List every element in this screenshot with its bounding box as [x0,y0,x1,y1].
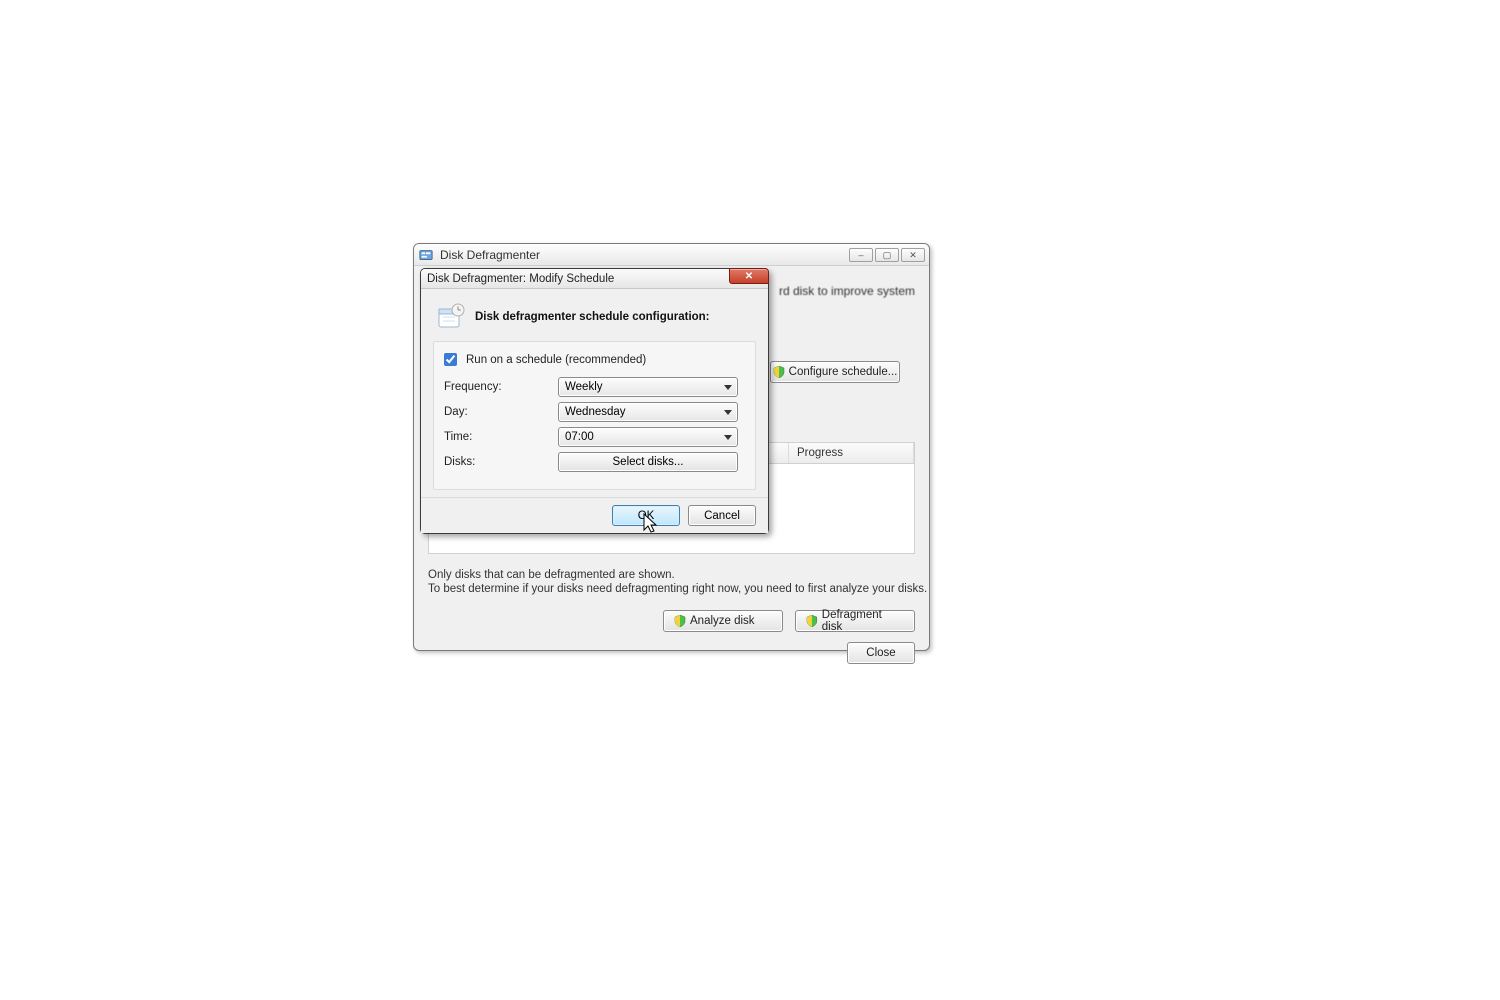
disks-row: Disks: Select disks... [444,452,745,472]
select-disks-label: Select disks... [613,456,684,468]
bottom-buttons: Analyze disk Defragment disk [663,610,915,632]
window-controls: – ▢ ✕ [849,248,925,262]
note-text: Only disks that can be defragmented are … [428,568,927,596]
time-value: 07:00 [565,431,594,443]
cancel-button-label: Cancel [704,510,740,522]
frequency-value: Weekly [565,381,603,393]
run-schedule-checkbox[interactable] [444,353,457,366]
modal-title: Disk Defragmenter: Modify Schedule [427,273,614,285]
day-row: Day: Wednesday [444,402,745,422]
modal-body: Disk defragmenter schedule configuration… [421,289,768,490]
day-label: Day: [444,406,558,418]
modal-header: Disk defragmenter schedule configuration… [433,297,756,341]
time-select[interactable]: 07:00 [558,427,738,447]
ok-button-label: OK [638,510,655,522]
main-window-title: Disk Defragmenter [440,248,849,262]
defragment-disk-label: Defragment disk [822,609,904,633]
close-button-label: Close [866,647,895,659]
frequency-label: Frequency: [444,381,558,393]
main-titlebar[interactable]: Disk Defragmenter – ▢ ✕ [414,244,929,266]
run-schedule-label: Run on a schedule (recommended) [466,354,646,366]
close-window-button[interactable]: ✕ [901,248,925,262]
note-line-1: Only disks that can be defragmented are … [428,568,927,582]
defragment-disk-button[interactable]: Defragment disk [795,610,915,632]
close-button[interactable]: Close [847,642,915,664]
day-value: Wednesday [565,406,626,418]
shield-icon [773,366,785,378]
modal-header-text: Disk defragmenter schedule configuration… [475,311,710,323]
minimize-button[interactable]: – [849,248,873,262]
maximize-button[interactable]: ▢ [875,248,899,262]
modal-titlebar[interactable]: Disk Defragmenter: Modify Schedule ✕ [421,269,768,289]
shield-icon [674,615,686,627]
modal-footer: OK Cancel [421,497,768,533]
close-row: Close [847,642,915,664]
col-progress: Progress [789,443,914,463]
analyze-disk-button[interactable]: Analyze disk [663,610,783,632]
calendar-icon [437,303,465,331]
frequency-select[interactable]: Weekly [558,377,738,397]
schedule-group: Run on a schedule (recommended) Frequenc… [433,341,756,490]
select-disks-button[interactable]: Select disks... [558,452,738,472]
time-row: Time: 07:00 [444,427,745,447]
configure-schedule-button[interactable]: Configure schedule... [770,361,900,383]
shield-icon [806,615,818,627]
cancel-button[interactable]: Cancel [688,505,756,526]
day-select[interactable]: Wednesday [558,402,738,422]
defrag-app-icon [418,247,434,263]
modify-schedule-dialog: Disk Defragmenter: Modify Schedule ✕ Dis… [420,268,769,534]
disks-label: Disks: [444,456,558,468]
close-icon: ✕ [745,271,753,282]
ok-button[interactable]: OK [612,505,680,526]
configure-schedule-label: Configure schedule... [789,366,898,378]
info-text-fragment: rd disk to improve system [779,284,915,298]
run-schedule-row: Run on a schedule (recommended) [440,350,745,369]
time-label: Time: [444,431,558,443]
frequency-row: Frequency: Weekly [444,377,745,397]
modal-close-button[interactable]: ✕ [729,268,769,284]
analyze-disk-label: Analyze disk [690,615,755,627]
note-line-2: To best determine if your disks need def… [428,582,927,596]
